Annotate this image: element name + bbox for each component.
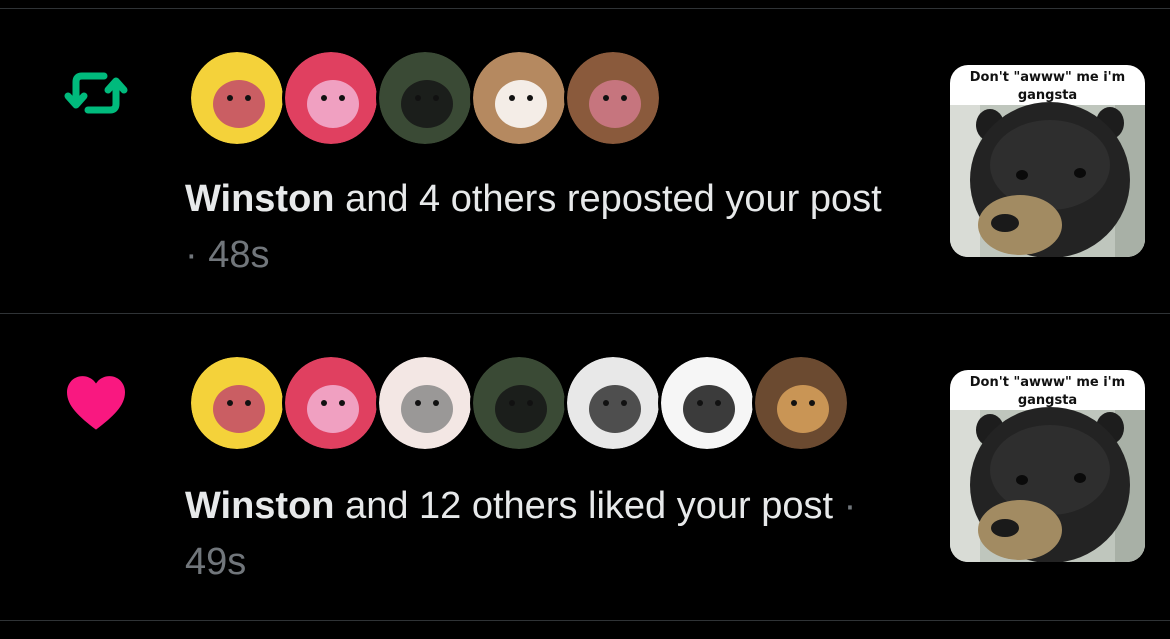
post-thumbnail[interactable]: Don't "awww" me i'm gangsta (950, 65, 1145, 257)
actor-name[interactable]: Winston (185, 178, 335, 220)
avatar-yellow-cat[interactable] (188, 354, 286, 452)
notification-like[interactable]: Winston and 12 others liked your post · … (0, 314, 1170, 620)
thumbnail-caption: Don't "awww" me i'm gangsta (969, 70, 1126, 103)
actor-name[interactable]: Winston (185, 485, 335, 527)
avatar-black-bear-photo[interactable] (470, 354, 568, 452)
thumbnail-caption: Don't "awww" me i'm gangsta (969, 375, 1126, 408)
avatar-yellow-cat[interactable] (188, 49, 286, 147)
avatar-deer-sketch[interactable] (564, 354, 662, 452)
avatar-white-wolf[interactable] (376, 354, 474, 452)
separator: · (185, 234, 209, 276)
avatar-blond-character[interactable] (752, 354, 850, 452)
post-thumbnail[interactable]: Don't "awww" me i'm gangsta (950, 370, 1145, 562)
avatar-brown-creature[interactable] (564, 49, 662, 147)
notification-text: Winston and 4 others reposted your post … (185, 171, 885, 283)
bottom-divider (0, 620, 1170, 621)
avatar-pink-bear[interactable] (282, 49, 380, 147)
timestamp: 48s (208, 234, 270, 276)
heart-icon (60, 366, 132, 438)
avatar-black-bear-photo[interactable] (376, 49, 474, 147)
notification-text: Winston and 12 others liked your post · … (185, 478, 885, 590)
avatar-polar-bear[interactable] (658, 354, 756, 452)
avatar-brown-bear[interactable] (470, 49, 568, 147)
action-text: and 12 others liked your post (334, 485, 834, 527)
separator: · (833, 485, 857, 527)
action-text: and 4 others reposted your post (334, 178, 882, 220)
avatar-row (188, 354, 850, 452)
avatar-pink-bear[interactable] (282, 354, 380, 452)
repost-icon (60, 57, 132, 129)
avatar-row (188, 49, 662, 147)
timestamp: 49s (185, 541, 247, 583)
notification-repost[interactable]: Winston and 4 others reposted your post … (0, 9, 1170, 313)
